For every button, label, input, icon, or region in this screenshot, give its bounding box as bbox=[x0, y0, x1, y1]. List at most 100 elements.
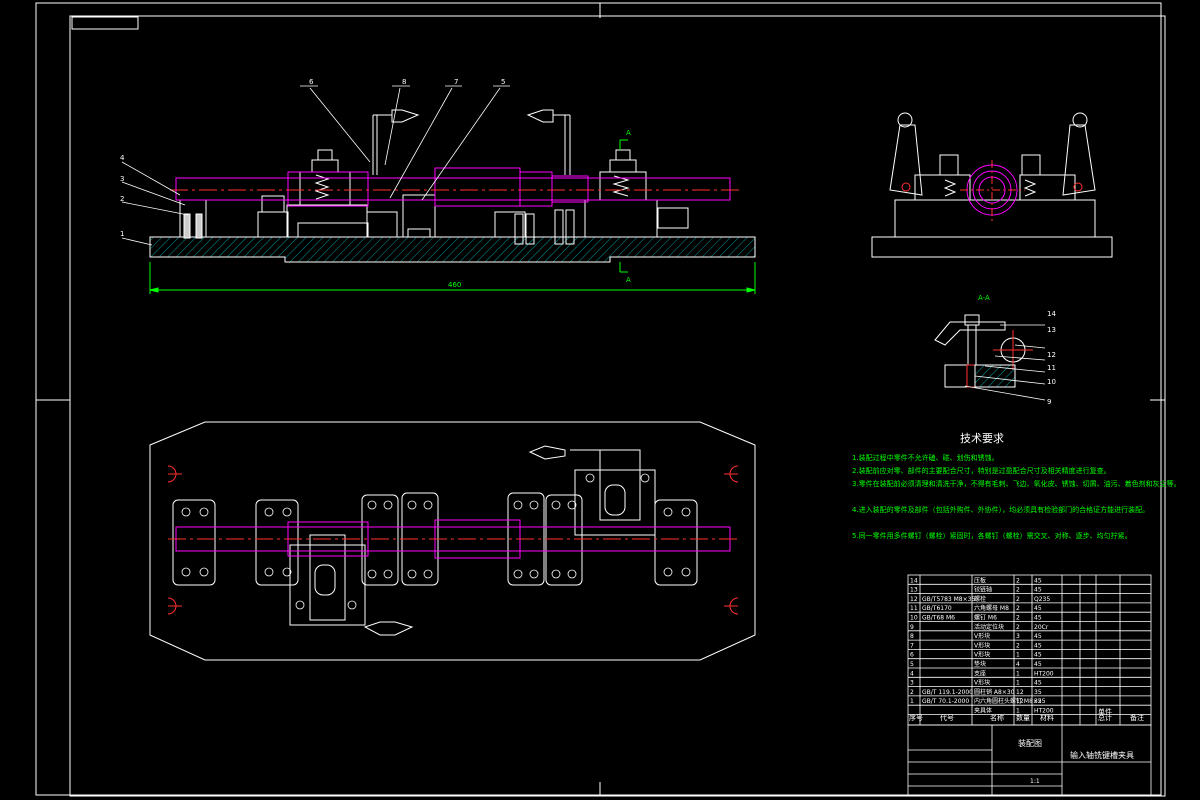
bom-cell-no: 5 bbox=[910, 661, 914, 668]
bom-cell-name: 螺钉 M6 bbox=[974, 614, 997, 622]
bom-cell-name: 压板 bbox=[974, 576, 986, 584]
bom-cell-qty: 1 bbox=[1016, 670, 1020, 677]
bom-cell-material: Q235 bbox=[1034, 596, 1050, 603]
bom-cell-no: 9 bbox=[910, 624, 914, 631]
bom-cell-no: 12 bbox=[910, 596, 918, 603]
bom-header-material: 材料 bbox=[1040, 713, 1054, 722]
bom-cell-material: 45 bbox=[1034, 633, 1042, 640]
bom-cell-material: 35 bbox=[1034, 698, 1042, 705]
bom-cell-name: 支座 bbox=[974, 669, 986, 677]
bom-cell-no: 8 bbox=[910, 633, 914, 640]
bom-cell-no: 3 bbox=[910, 680, 914, 687]
bom-cell-qty: 2 bbox=[1016, 615, 1020, 622]
bom-cell-qty: 12 bbox=[1016, 698, 1024, 705]
tech-req-title: 技术要求 bbox=[960, 432, 1004, 445]
bom-header-code: 代号 bbox=[940, 713, 954, 722]
bom-cell-name: 六角螺母 M8 bbox=[974, 604, 1009, 612]
bom-cell-code: GB/T6170 bbox=[922, 605, 952, 612]
tech-req-line-2: 2.装配前应对零、部件的主要配合尺寸，特别是过盈配合尺寸及相关精度进行复查。 bbox=[852, 466, 1111, 475]
balloon-8a: 8 bbox=[402, 78, 406, 86]
bom-cell-code: GB/T68 M6 bbox=[922, 615, 955, 622]
tech-req-line-3: 3.零件在装配前必须清理和清洗干净，不得有毛刺、飞边、氧化皮、锈蚀、切屑、油污、… bbox=[852, 479, 1181, 488]
top-view bbox=[149, 421, 756, 661]
balloon-8b: 5 bbox=[501, 78, 505, 86]
bom-cell-no: 11 bbox=[910, 605, 918, 612]
bom-cell-no: 6 bbox=[910, 652, 914, 659]
bom-header-remark: 备注 bbox=[1130, 713, 1144, 722]
bom-cell-material: 45 bbox=[1034, 680, 1042, 687]
bom-cell-material: 20Cr bbox=[1034, 624, 1049, 631]
bom-cell-no: 2 bbox=[910, 689, 914, 696]
balloon-14: 14 bbox=[1047, 310, 1056, 318]
bom-cell-qty: 2 bbox=[1016, 642, 1020, 649]
bom-cell-qty: 1 bbox=[1016, 680, 1020, 687]
bom-cell-name: 圆柱销 A8×30 bbox=[974, 688, 1015, 696]
bom-cell-name: V形块 bbox=[974, 632, 990, 640]
side-view bbox=[871, 112, 1113, 258]
tech-req-line-4: 4.进入装配的零件及部件（包括外购件、外协件），均必须具有检验部门的合格证方能进… bbox=[852, 505, 1149, 514]
front-view: A A 460 6 8 7 5 4 3 2 1 bbox=[120, 78, 756, 294]
bom-cell-qty: 2 bbox=[1016, 587, 1020, 594]
bom-cell-material: HT200 bbox=[1034, 670, 1054, 677]
bom-cell-material: 45 bbox=[1034, 615, 1042, 622]
bom-header-no: 序号 bbox=[909, 713, 923, 722]
balloon-13: 13 bbox=[1047, 326, 1056, 334]
bom-cell-qty: 2 bbox=[1016, 605, 1020, 612]
bom-cell-material: 45 bbox=[1034, 577, 1042, 584]
balloon-6: 6 bbox=[309, 78, 314, 86]
bom-cell-code: GB/T 119.1-2000 bbox=[922, 689, 973, 696]
bom-cell-no: 14 bbox=[910, 577, 918, 584]
bom-cell-no: 13 bbox=[910, 587, 918, 594]
cad-drawing: A A 460 6 8 7 5 4 3 2 1 A-A 14 13 12 11 … bbox=[35, 2, 1181, 797]
balloon-12: 12 bbox=[1047, 351, 1056, 359]
bom-cell-code: GB/T 70.1-2000 bbox=[922, 698, 969, 705]
tech-requirements: 技术要求 1.装配过程中零件不允许磕、碰、划伤和锈蚀。 2.装配前应对零、部件的… bbox=[852, 432, 1181, 540]
bom-cell-qty: 1 bbox=[1016, 652, 1020, 659]
title-scale: 1:1 bbox=[1030, 778, 1040, 785]
bom-cell-material: 45 bbox=[1034, 661, 1042, 668]
section-label: A-A bbox=[978, 294, 990, 302]
title-assembly: 装配图 bbox=[1018, 738, 1042, 748]
tech-req-line-5: 5.同一零件用多件螺钉（螺栓）紧固时，各螺钉（螺栓）需交叉、对称、逐步、均匀拧紧… bbox=[852, 531, 1132, 540]
balloon-7: 7 bbox=[454, 78, 458, 86]
svg-text:A: A bbox=[626, 276, 631, 284]
bom-cell-name: V形块 bbox=[974, 651, 990, 659]
bom-cell-material: 35 bbox=[1034, 689, 1042, 696]
bom-cell-name: 螺栓 bbox=[974, 595, 986, 603]
bom-cell-material: 45 bbox=[1034, 587, 1042, 594]
bom-cell-name: 活动定位块 bbox=[974, 623, 1004, 631]
balloon-3: 3 bbox=[120, 175, 124, 183]
balloon-4: 4 bbox=[120, 154, 125, 162]
bom-cell-no: 7 bbox=[910, 642, 914, 649]
svg-text:A: A bbox=[626, 129, 631, 137]
bom-cell-name: V形块 bbox=[974, 641, 990, 649]
tech-req-line-1: 1.装配过程中零件不允许磕、碰、划伤和锈蚀。 bbox=[852, 453, 999, 462]
bom-header-name: 名称 bbox=[990, 713, 1004, 722]
bom-cell-name: 垫块 bbox=[974, 660, 986, 668]
section-a-a: A-A 14 13 12 11 10 9 bbox=[934, 294, 1056, 406]
bom-cell-name: 铰链轴 bbox=[974, 586, 992, 594]
balloon-10: 10 bbox=[1047, 378, 1056, 386]
bom-cell-name: V形块 bbox=[974, 679, 990, 687]
bom-cell-qty: 4 bbox=[1016, 661, 1020, 668]
bom-cell-qty: 12 bbox=[1016, 689, 1024, 696]
balloon-9: 9 bbox=[1047, 398, 1051, 406]
overall-dimension: 460 bbox=[448, 281, 461, 289]
bom-cell-qty: 2 bbox=[1016, 596, 1020, 603]
bom-cell-no: 4 bbox=[910, 670, 914, 677]
bom-cell-code: GB/T5783 M8×35 bbox=[922, 596, 975, 603]
bom-cell-qty: 2 bbox=[1016, 624, 1020, 631]
bom-cell-no: 1 bbox=[910, 698, 914, 705]
bom-header-qty: 数量 bbox=[1016, 713, 1030, 722]
bom-cell-material: 45 bbox=[1034, 652, 1042, 659]
balloon-2: 2 bbox=[120, 195, 124, 203]
balloon-1: 1 bbox=[120, 230, 124, 238]
bom-header-total: 总计 bbox=[1098, 713, 1112, 722]
title-drawing-name: 输入轴铣键槽夹具 bbox=[1070, 750, 1134, 760]
balloon-11: 11 bbox=[1047, 364, 1056, 372]
bom-cell-no: 10 bbox=[910, 615, 918, 622]
bom-cell-qty: 3 bbox=[1016, 633, 1020, 640]
bom-cell-material: 45 bbox=[1034, 642, 1042, 649]
bom-cell-material: 45 bbox=[1034, 605, 1042, 612]
bom-cell-qty: 2 bbox=[1016, 577, 1020, 584]
